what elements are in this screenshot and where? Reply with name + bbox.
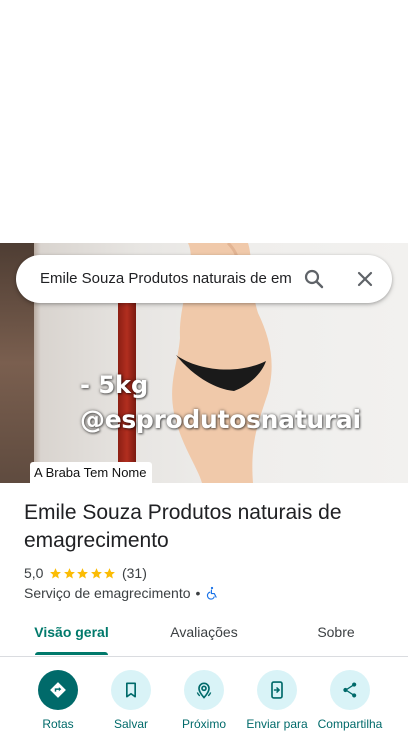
close-icon[interactable]: [353, 267, 377, 291]
search-icon[interactable]: [302, 267, 326, 291]
nearby-button-circle: [184, 670, 224, 710]
star-icon: [104, 567, 116, 578]
share-label: Compartilha: [317, 717, 383, 731]
tab-about[interactable]: Sobre: [296, 612, 376, 656]
tab-reviews[interactable]: Avaliações: [156, 612, 252, 656]
map-area-blank: [0, 0, 408, 243]
action-bar: Rotas Salvar Próximo Enviar para Compart…: [0, 668, 408, 731]
separator-dot: •: [195, 585, 201, 601]
photo-caption-weight: - 5kg: [80, 371, 149, 399]
category-row: Serviço de emagrecimento •: [24, 583, 219, 603]
photo-tag-label: A Braba Tem Nome: [30, 462, 153, 483]
active-tab-indicator: [35, 652, 108, 655]
search-bar[interactable]: Emile Souza Produtos naturais de em: [16, 255, 392, 303]
share-button[interactable]: Compartilha: [314, 668, 386, 731]
nearby-button[interactable]: Próximo: [168, 668, 240, 731]
tab-overview[interactable]: Visão geral: [23, 612, 120, 656]
directions-button[interactable]: Rotas: [22, 668, 94, 731]
rating-value: 5,0: [24, 565, 44, 581]
star-icon: [91, 567, 102, 578]
send-to-phone-button-circle: [257, 670, 297, 710]
search-input[interactable]: Emile Souza Produtos naturais de em: [40, 270, 302, 290]
save-button-circle: [111, 670, 151, 710]
send-to-phone-button[interactable]: Enviar para: [241, 668, 313, 731]
rating-row[interactable]: 5,0 (31): [24, 563, 147, 583]
star-icon: [50, 567, 62, 578]
bookmark-icon: [126, 682, 136, 698]
directions-icon: [50, 682, 66, 698]
share-icon: [343, 682, 357, 698]
star-icon: [77, 567, 89, 578]
send-to-phone-icon: [271, 681, 283, 699]
rating-stars: [49, 567, 117, 580]
directions-button-circle: [38, 670, 78, 710]
star-icon: [64, 567, 75, 578]
tab-bar: Visão geral Avaliações Sobre: [0, 612, 408, 657]
review-count[interactable]: (31): [122, 565, 147, 581]
save-button[interactable]: Salvar: [95, 668, 167, 731]
share-button-circle: [330, 670, 370, 710]
place-title: Emile Souza Produtos naturais de emagrec…: [24, 501, 342, 552]
wheelchair-icon: [207, 586, 218, 600]
nearby-icon: [196, 682, 212, 699]
photo-caption-handle: @esprodutosnaturai: [80, 405, 361, 434]
place-category: Serviço de emagrecimento: [24, 585, 191, 601]
